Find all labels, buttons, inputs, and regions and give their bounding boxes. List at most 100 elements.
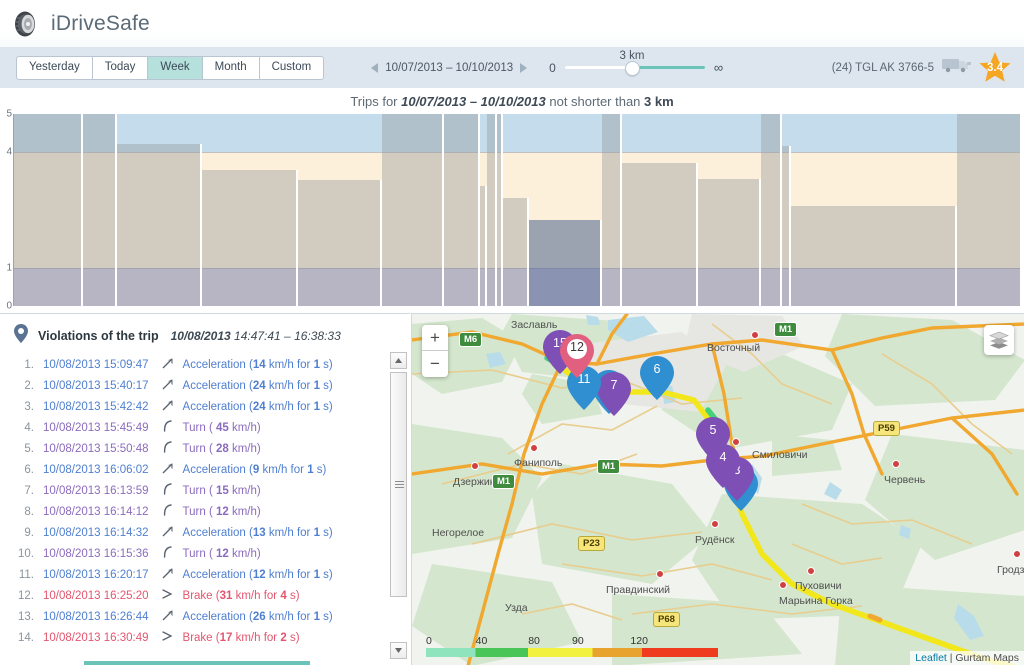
violation-row[interactable]: 1.10/08/2013 15:09:47Acceleration (14 km…	[0, 354, 385, 375]
chart-bar[interactable]	[202, 170, 298, 306]
violation-row[interactable]: 7.10/08/2013 16:13:59Turn ( 15 km/h)	[0, 480, 385, 501]
date-range-label[interactable]: 10/07/2013 – 10/10/2013	[385, 62, 513, 74]
violation-index: 14.	[14, 632, 34, 644]
violation-row[interactable]: 5. 10/08/2013 15:50:48 Turn ( 28 km/h)	[0, 438, 385, 459]
map-marker[interactable]: 12	[560, 334, 594, 378]
violation-description[interactable]: Turn ( 12 km/h)	[183, 506, 261, 518]
violation-timestamp[interactable]: 10/08/2013 16:25:20	[43, 590, 149, 602]
chart-bar[interactable]	[382, 114, 444, 306]
scroll-up-icon[interactable]	[390, 352, 407, 369]
slider-min-label: 0	[549, 61, 556, 75]
zoom-in-button[interactable]: +	[422, 325, 448, 351]
chart-bar[interactable]	[957, 114, 1022, 306]
scrollbar-thumb[interactable]	[390, 372, 407, 597]
violation-description[interactable]: Acceleration (26 km/h for 1 s)	[183, 611, 333, 623]
violation-row[interactable]: 9.10/08/2013 16:14:32Acceleration (13 km…	[0, 522, 385, 543]
violation-timestamp[interactable]: 10/08/2013 16:06:02	[43, 464, 149, 476]
map-zoom-controls: + −	[422, 325, 448, 377]
violation-row[interactable]: 3.10/08/2013 15:42:42Acceleration (24 km…	[0, 396, 385, 417]
chart-bar[interactable]	[529, 220, 602, 306]
chart-bar[interactable]	[602, 114, 622, 306]
violation-row[interactable]: 2.10/08/2013 15:40:17Acceleration (24 km…	[0, 375, 385, 396]
speed-legend-tick: 120	[630, 635, 648, 647]
range-button-custom[interactable]: Custom	[259, 56, 325, 80]
range-button-month[interactable]: Month	[202, 56, 259, 80]
triangle-right-icon[interactable]	[520, 63, 527, 73]
map-marker[interactable]: 6	[640, 356, 674, 400]
map-marker[interactable]: 5	[696, 417, 730, 461]
violation-timestamp[interactable]: 10/08/2013 15:42:42	[43, 401, 149, 413]
violation-description[interactable]: Acceleration (14 km/h for 1 s)	[183, 359, 333, 371]
chart-bar[interactable]	[117, 144, 203, 306]
violation-timestamp[interactable]: 10/08/2013 16:15:36	[43, 548, 149, 560]
chart-bar[interactable]	[622, 163, 699, 306]
violation-index: 5.	[14, 443, 34, 455]
violation-timestamp[interactable]: 10/08/2013 16:14:12	[43, 506, 149, 518]
chart-bar[interactable]	[761, 114, 782, 306]
violation-row[interactable]: 14. 10/08/2013 16:30:49 Brake (17 km/h for…	[0, 627, 385, 648]
violation-timestamp[interactable]: 10/08/2013 16:30:49	[43, 632, 149, 644]
violation-description[interactable]: Acceleration (24 km/h for 1 s)	[183, 401, 333, 413]
triangle-left-icon[interactable]	[371, 63, 378, 73]
slider-track[interactable]: 3 km	[565, 66, 705, 69]
range-button-yesterday[interactable]: Yesterday	[16, 56, 92, 80]
map-marker[interactable]: 7	[597, 372, 631, 416]
map-pin-icon	[14, 324, 28, 348]
violation-description[interactable]: Brake (17 km/h for 2 s)	[183, 632, 300, 644]
chart-bar[interactable]	[444, 114, 479, 306]
violation-description[interactable]: Acceleration (12 km/h for 1 s)	[183, 569, 333, 581]
violation-row[interactable]: 8.10/08/2013 16:14:12Turn ( 12 km/h)	[0, 501, 385, 522]
violations-scrollbar[interactable]	[390, 352, 407, 659]
range-button-today[interactable]: Today	[92, 56, 148, 80]
distance-filter-slider: 0 3 km ∞	[549, 60, 723, 75]
violation-timestamp[interactable]: 10/08/2013 16:20:17	[43, 569, 149, 581]
acceleration-arrow-icon	[157, 355, 179, 374]
chart-bar[interactable]	[698, 179, 760, 306]
map-city-label: Негорелое	[432, 527, 484, 539]
scroll-down-icon[interactable]	[390, 642, 407, 659]
violation-description[interactable]: Acceleration (9 km/h for 1 s)	[183, 464, 327, 476]
map-city-dot	[751, 331, 759, 339]
violation-description[interactable]: Acceleration (13 km/h for 1 s)	[183, 527, 333, 539]
road-shield: M1	[492, 474, 515, 489]
chart-bar[interactable]	[83, 114, 117, 306]
leaflet-link[interactable]: Leaflet	[915, 652, 947, 664]
road-shield: M6	[459, 332, 482, 347]
map-city-label: Восточный	[707, 342, 760, 354]
brake-arrow-icon	[157, 586, 179, 605]
range-button-week[interactable]: Week	[147, 56, 201, 80]
violation-description[interactable]: Turn ( 45 km/h)	[183, 422, 261, 434]
layers-icon[interactable]	[984, 325, 1014, 355]
violation-description[interactable]: Turn ( 12 km/h)	[183, 548, 261, 560]
violation-row[interactable]: 10.10/08/2013 16:15:36Turn ( 12 km/h)	[0, 543, 385, 564]
violation-timestamp[interactable]: 10/08/2013 15:45:49	[43, 422, 149, 434]
chart-title-prefix: Trips for	[350, 94, 397, 109]
chart-bar[interactable]	[487, 114, 497, 306]
map-city-label: Червень	[884, 474, 925, 486]
violation-description[interactable]: Acceleration (24 km/h for 1 s)	[183, 380, 333, 392]
violation-row[interactable]: 11.10/08/2013 16:20:17Acceleration (12 k…	[0, 564, 385, 585]
map-panel[interactable]: + − ЗаславльВосточныйФанипольДзержинскНе…	[411, 313, 1024, 665]
violation-row[interactable]: 4.10/08/2013 15:45:49Turn ( 45 km/h)	[0, 417, 385, 438]
violation-row[interactable]: 12.10/08/2013 16:25:20Brake (31 km/h for…	[0, 585, 385, 606]
violation-timestamp[interactable]: 10/08/2013 16:14:32	[43, 527, 149, 539]
chart-bar[interactable]	[503, 198, 529, 306]
violation-row[interactable]: 6.10/08/2013 16:06:02Acceleration (9 km/…	[0, 459, 385, 480]
violation-description[interactable]: Brake (31 km/h for 4 s)	[183, 590, 300, 602]
chart-bar[interactable]	[298, 180, 382, 306]
chart-bar[interactable]	[480, 186, 487, 306]
chart-bar[interactable]	[791, 206, 957, 306]
chart-bar[interactable]	[782, 146, 791, 307]
violation-timestamp[interactable]: 10/08/2013 16:26:44	[43, 611, 149, 623]
violation-row[interactable]: 13.10/08/2013 16:26:44Acceleration (26 k…	[0, 606, 385, 627]
violation-description[interactable]: Turn ( 15 km/h)	[183, 485, 261, 497]
zoom-out-button[interactable]: −	[422, 351, 448, 377]
chart-bar[interactable]	[14, 114, 83, 306]
violation-timestamp[interactable]: 10/08/2013 15:09:47	[43, 359, 149, 371]
violation-timestamp[interactable]: 10/08/2013 15:40:17	[43, 380, 149, 392]
violation-description[interactable]: Turn ( 28 km/h)	[183, 443, 261, 455]
violation-timestamp[interactable]: 10/08/2013 16:13:59	[43, 485, 149, 497]
violation-timestamp[interactable]: 10/08/2013 15:50:48	[43, 443, 149, 455]
vehicle-selector[interactable]: (24) TGL AK 3766-5 3.4	[832, 51, 1012, 84]
slider-handle[interactable]	[625, 61, 640, 76]
